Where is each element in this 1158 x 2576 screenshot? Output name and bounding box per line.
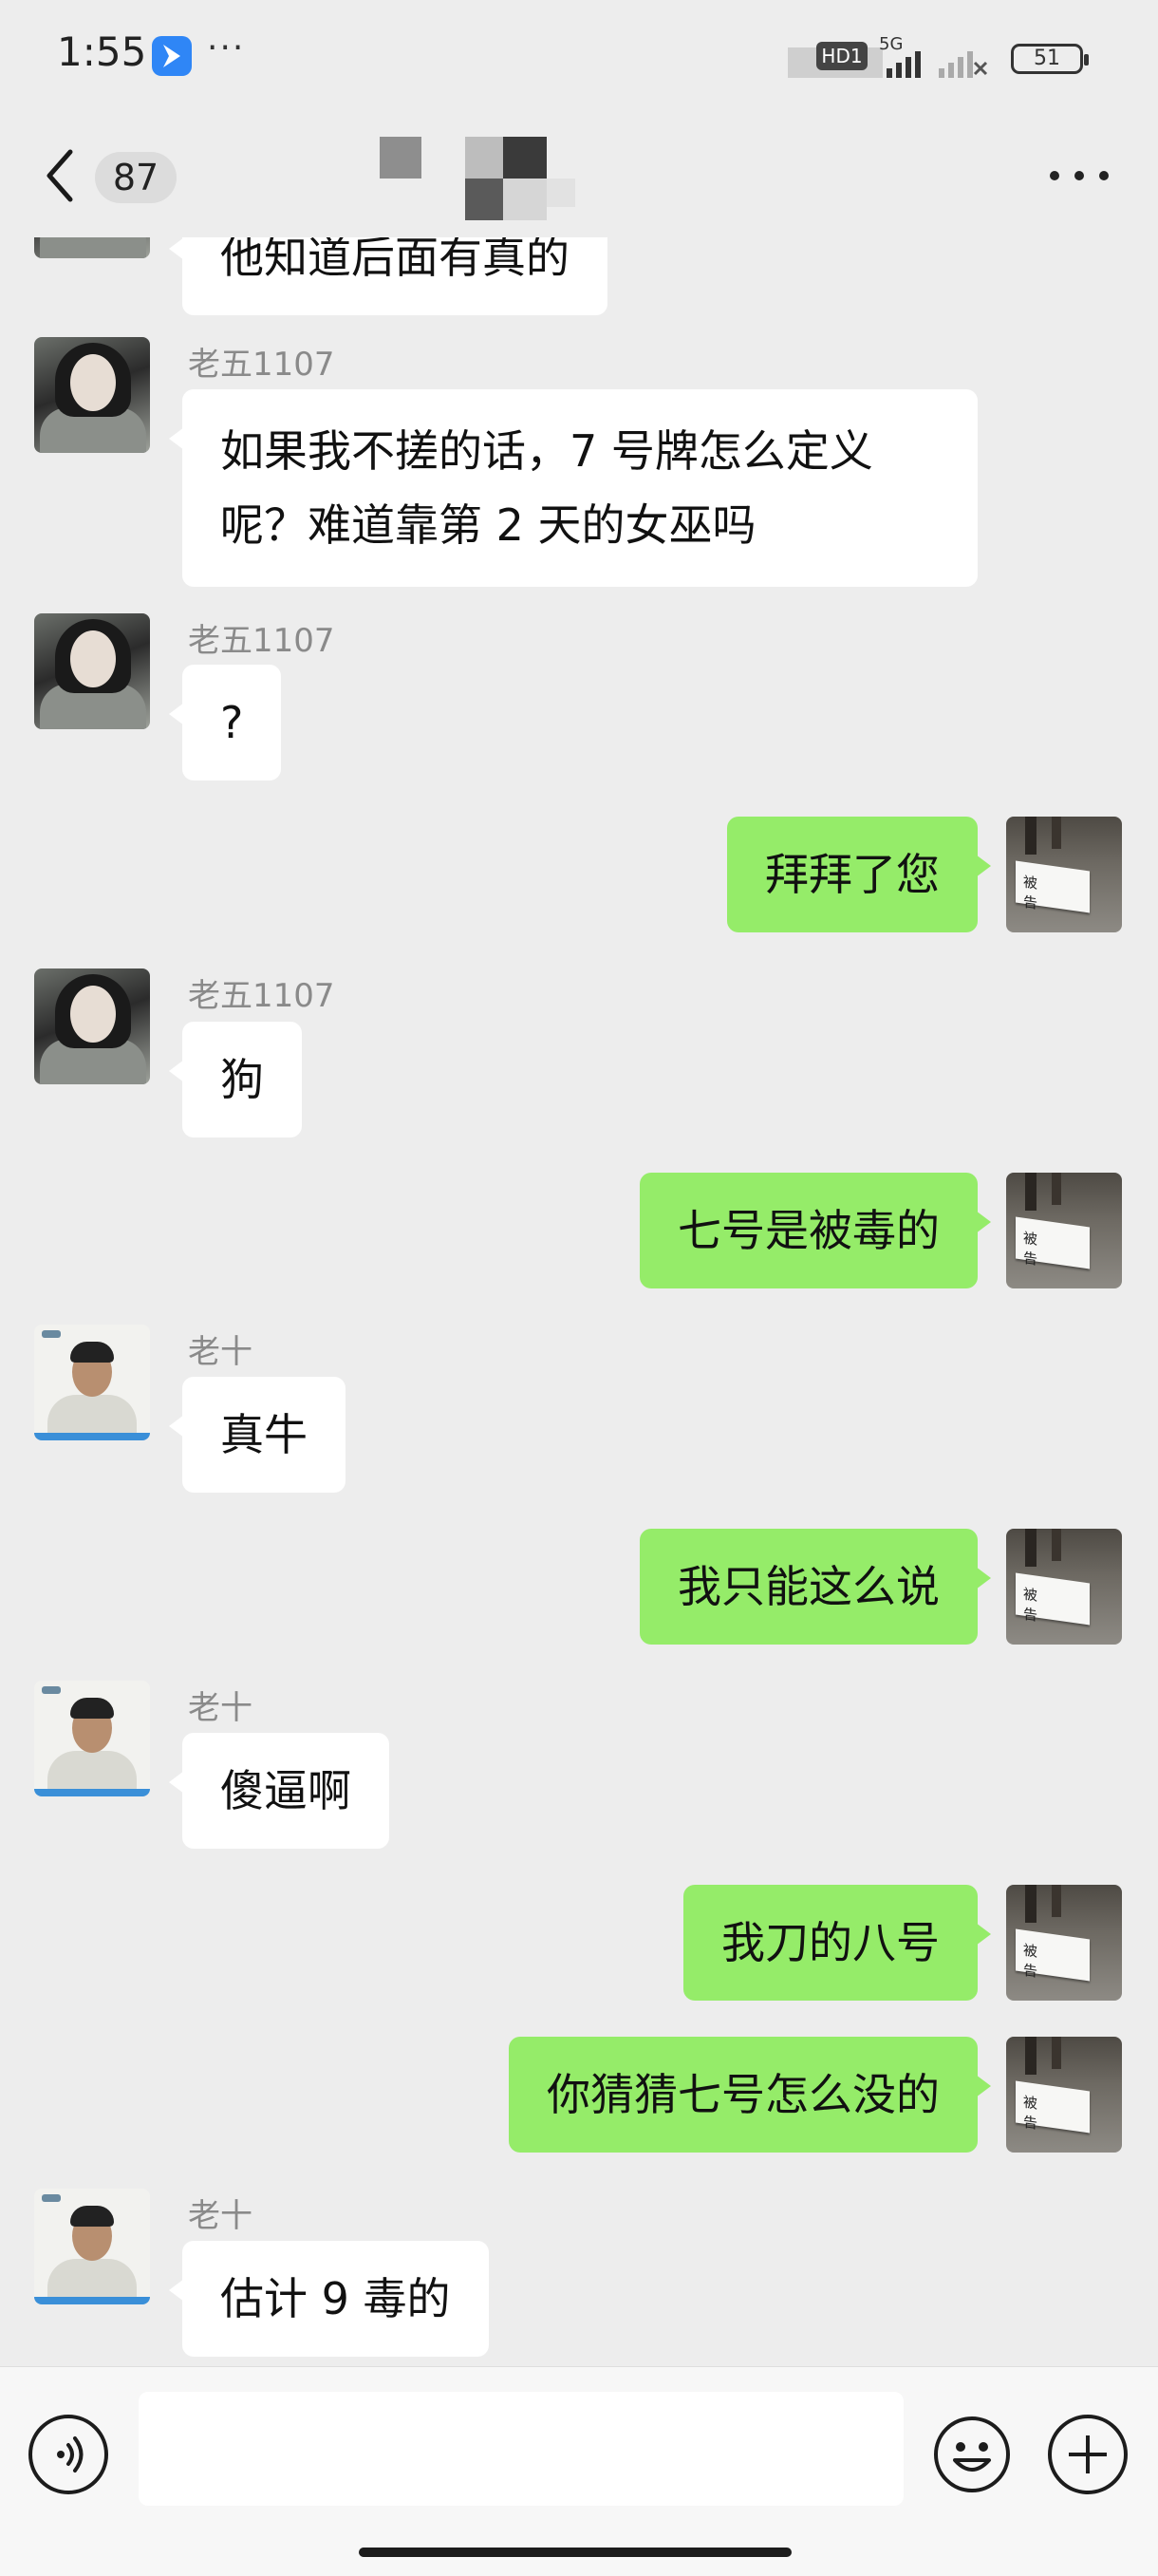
more-dots-icon: [1050, 171, 1059, 180]
chevron-left-icon: [47, 149, 73, 202]
sender-name: 老五1107: [188, 977, 335, 1015]
sender-name: 老五1107: [188, 346, 335, 384]
contact-avatar[interactable]: [34, 337, 150, 453]
avatar-plate-text: 被 告: [1023, 1585, 1052, 1626]
sender-name: 老十: [188, 1333, 252, 1371]
more-options-button[interactable]: [1050, 161, 1116, 190]
message-list[interactable]: 他知道后面有真的 老五1107 如果我不搓的话，7 号牌怎么定义呢？难道靠第 2…: [0, 237, 1158, 2364]
message-bubble-incoming[interactable]: ?: [168, 665, 282, 780]
input-bar: [0, 2366, 1158, 2576]
back-button[interactable]: 87: [42, 139, 194, 215]
contact-avatar[interactable]: [34, 1681, 150, 1796]
message-bubble-outgoing[interactable]: 你猜猜七号怎么没的: [509, 2037, 991, 2153]
plus-button[interactable]: [1048, 2415, 1128, 2494]
more-dot: [1074, 171, 1084, 180]
my-avatar[interactable]: 被 告: [1006, 1173, 1122, 1288]
more-notifications-icon: ···: [207, 28, 246, 67]
status-bar: 1:55 ··· HD1 5G 51: [0, 0, 1158, 114]
contact-avatar[interactable]: [34, 237, 150, 258]
my-avatar[interactable]: 被 告: [1006, 817, 1122, 932]
avatar-plate-text: 被 告: [1023, 1229, 1052, 1270]
contact-avatar[interactable]: [34, 1325, 150, 1440]
more-dot: [1099, 171, 1109, 180]
status-time: 1:55: [57, 28, 147, 75]
sender-name: 老十: [188, 2197, 252, 2235]
my-avatar[interactable]: 被 告: [1006, 2037, 1122, 2153]
battery-icon: 51: [1011, 44, 1089, 74]
sender-name: 老五1107: [188, 622, 335, 660]
message-bubble-outgoing[interactable]: 七号是被毒的: [640, 1173, 991, 1288]
message-bubble-outgoing[interactable]: 我只能这么说: [640, 1529, 991, 1645]
unread-count-badge: 87: [95, 152, 177, 203]
message-bubble-incoming[interactable]: 他知道后面有真的: [169, 237, 607, 315]
my-avatar[interactable]: 被 告: [1006, 1529, 1122, 1645]
chat-title-mosaic: [370, 123, 598, 228]
message-input[interactable]: [139, 2392, 904, 2506]
avatar-plate-text: 被 告: [1023, 873, 1052, 914]
emoji-icon: [934, 2416, 1010, 2492]
contact-avatar[interactable]: [34, 613, 150, 729]
message-bubble-incoming[interactable]: 估计 9 毒的: [169, 2241, 489, 2357]
message-bubble-incoming[interactable]: 真牛: [169, 1377, 346, 1493]
emoji-button[interactable]: [932, 2415, 1012, 2494]
chat-header: 87: [0, 114, 1158, 237]
message-bubble-incoming[interactable]: 傻逼啊: [169, 1733, 389, 1849]
contact-avatar[interactable]: [34, 2189, 150, 2304]
sender-name: 老十: [188, 1689, 252, 1727]
avatar-plate-text: 被 告: [1023, 2093, 1052, 2134]
message-bubble-outgoing[interactable]: 我刀的八号: [683, 1885, 991, 2001]
home-indicator[interactable]: [359, 2548, 792, 2557]
message-bubble-incoming[interactable]: 狗: [169, 1022, 302, 1138]
message-bubble-outgoing[interactable]: 拜拜了您: [727, 817, 991, 932]
signal-2-icon: [939, 51, 988, 78]
contact-avatar[interactable]: [34, 968, 150, 1084]
message-bubble-incoming[interactable]: 如果我不搓的话，7 号牌怎么定义呢？难道靠第 2 天的女巫吗: [169, 389, 978, 587]
my-avatar[interactable]: 被 告: [1006, 1885, 1122, 2001]
hd-icon: HD1: [816, 42, 868, 70]
voice-button[interactable]: [28, 2415, 108, 2494]
avatar-plate-text: 被 告: [1023, 1941, 1052, 1983]
voice-icon: [57, 2436, 84, 2473]
signal-icon: [887, 51, 921, 78]
app-notification-icon: [152, 36, 192, 76]
